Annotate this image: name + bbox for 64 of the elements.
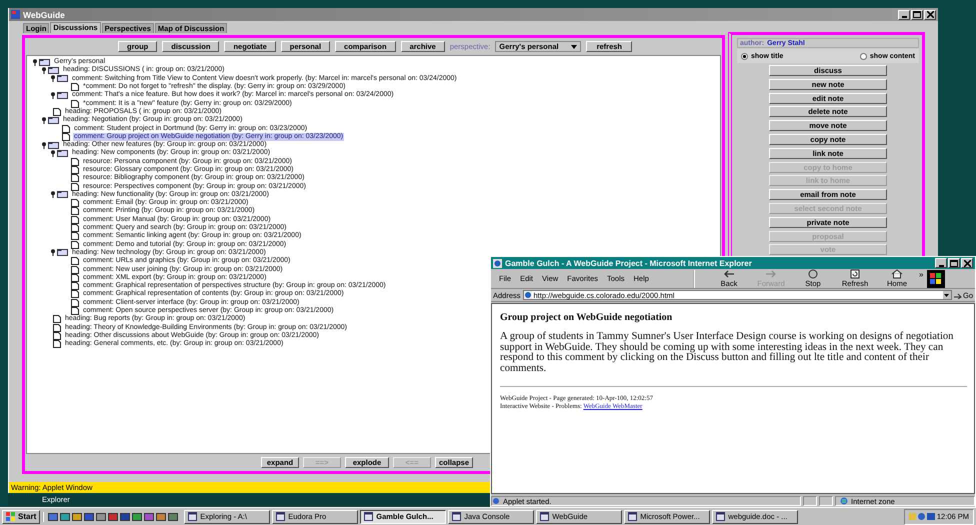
window-icon	[452, 512, 462, 521]
quick-launch-icon[interactable]	[48, 512, 58, 522]
quick-launch-icon[interactable]	[60, 512, 70, 522]
stop-icon	[806, 268, 820, 278]
forward-arrow-icon	[764, 268, 778, 278]
page-heading: Group project on WebGuide negotiation	[500, 312, 674, 323]
folder-icon	[48, 116, 59, 124]
back-arrow-icon	[722, 268, 736, 278]
maximize-icon	[913, 11, 921, 18]
quick-launch-icon[interactable]	[144, 512, 154, 522]
page-icon	[524, 291, 532, 299]
close-icon	[964, 260, 970, 266]
refresh-icon	[848, 268, 862, 278]
quick-launch-icon[interactable]	[156, 512, 166, 522]
window-icon	[716, 512, 726, 521]
logo-icon	[927, 270, 946, 288]
expand-toggle-icon[interactable]	[50, 75, 56, 82]
quick-launch-icon[interactable]	[168, 512, 178, 522]
expand-toggle-icon[interactable]	[32, 58, 38, 66]
close-button[interactable]	[924, 10, 936, 20]
folder-icon	[57, 249, 68, 256]
expand-toggle-icon[interactable]	[41, 116, 47, 124]
more-chevron[interactable]: »	[919, 270, 924, 278]
folder-icon	[57, 191, 68, 198]
logo-icon	[6, 512, 16, 521]
arrow-icon	[954, 292, 962, 298]
maximize-icon	[950, 260, 958, 266]
start-button[interactable]: Start	[2, 510, 40, 524]
expand-toggle-icon[interactable]	[50, 150, 56, 157]
expand-toggle-icon[interactable]	[50, 249, 56, 256]
close-button[interactable]	[961, 258, 973, 268]
expand-toggle-icon[interactable]	[50, 191, 56, 198]
app-icon	[11, 10, 20, 19]
window-title: WebGuide	[23, 10, 66, 20]
window-icon	[628, 512, 638, 521]
window-icon	[276, 512, 286, 521]
home-icon	[890, 268, 904, 278]
quick-launch-icon[interactable]	[120, 512, 130, 522]
app-icon	[493, 258, 502, 268]
globe-icon	[840, 497, 848, 505]
page-paragraph: A group of students in Tammy Sumner's User Interface Design course is working on designs of negotiation support in WebGuide. They should be coming up with some interesting ideas in the next week. They can respond to this comment by clicking on the Discuss button and filling out lte title and content of their comments.	[500, 332, 954, 374]
caret-icon	[571, 44, 578, 48]
maximize-button[interactable]	[948, 258, 960, 268]
quick-launch-icon[interactable]	[84, 512, 94, 522]
quick-launch-icon[interactable]	[72, 512, 82, 522]
quick-launch-icon[interactable]	[108, 512, 118, 522]
close-icon	[926, 11, 934, 18]
minimize-button[interactable]	[898, 10, 910, 20]
expand-toggle-icon[interactable]	[41, 66, 47, 74]
window-icon	[188, 512, 198, 521]
status-panel	[803, 496, 817, 506]
window-icon	[364, 512, 374, 521]
folder-icon	[57, 92, 68, 99]
expand-toggle-icon[interactable]	[41, 142, 47, 149]
applet-icon	[492, 497, 500, 505]
status-panel	[819, 496, 833, 506]
quick-launch-icon[interactable]	[96, 512, 106, 522]
quick-launch-icon[interactable]	[132, 512, 142, 522]
window-title: Gamble Gulch - A WebGuide Project - Microsoft Internet Explorer	[505, 258, 753, 268]
window-icon	[540, 512, 550, 521]
caret-icon	[944, 294, 950, 296]
minimize-button[interactable]	[935, 258, 947, 268]
maximize-button[interactable]	[911, 10, 923, 20]
expand-toggle-icon[interactable]	[50, 92, 56, 99]
